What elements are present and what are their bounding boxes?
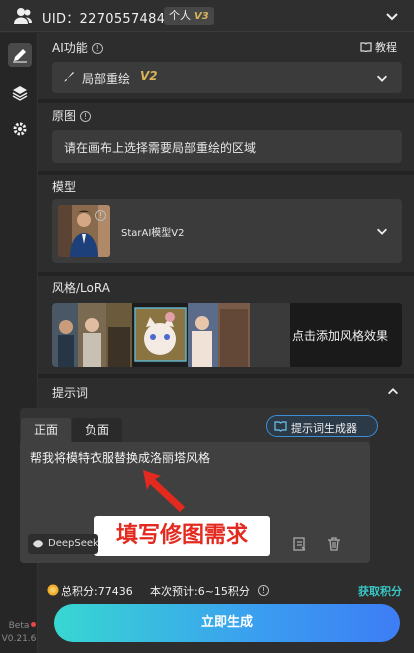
tutorial-link[interactable]: 教程 <box>360 39 397 55</box>
ai-function-selected: 局部重绘 <box>82 72 131 86</box>
style-title: 风格/LoRA <box>52 281 110 295</box>
model-section: 模型 ! StarAI模型V2 <box>38 175 414 272</box>
trash-icon[interactable] <box>326 536 342 552</box>
prompt-text: 帮我将模特衣服替换成洛丽塔风格 <box>30 451 211 465</box>
style-add-label: 点击添加风格效果 <box>292 329 389 343</box>
layers-button[interactable] <box>8 81 32 105</box>
edit-tool-button[interactable] <box>8 43 32 67</box>
ai-function-section: AI功能! 教程 局部重绘 V2 <box>38 33 414 99</box>
prompt-textarea[interactable]: 帮我将模特衣服替换成洛丽塔风格 填写修图需求 DeepSeek <box>20 442 370 563</box>
original-instruction-box: 请在画布上选择需要局部重绘的区域 <box>52 130 402 163</box>
model-title: 模型 <box>52 180 77 194</box>
ai-function-version: V2 <box>140 69 158 83</box>
style-section: 风格/LoRA 点击添加风格效果 <box>38 276 414 374</box>
tab-negative[interactable]: 负面 <box>72 418 122 442</box>
pencil-icon <box>13 49 27 63</box>
deepseek-toggle[interactable]: DeepSeek <box>28 534 99 554</box>
users-icon <box>14 8 32 24</box>
brush-icon <box>64 72 74 82</box>
book-open-icon <box>274 421 287 432</box>
chevron-up-icon[interactable] <box>386 384 400 398</box>
chevron-down-icon <box>377 75 387 82</box>
deepseek-icon <box>33 540 43 548</box>
account-tag: 个人 V3 <box>164 7 214 25</box>
info-icon: ! <box>80 111 92 122</box>
version-number: V0.21.6 <box>1 634 37 644</box>
uid-text: UID：2270557484 <box>42 12 166 27</box>
coin-icon <box>47 584 59 596</box>
tab-positive[interactable]: 正面 <box>21 418 71 442</box>
prompt-title: 提示词 <box>52 386 89 400</box>
ai-function-title: AI功能! <box>52 39 103 56</box>
book-icon <box>360 42 372 53</box>
gear-icon <box>13 122 27 136</box>
original-section: 原图! 请在画布上选择需要局部重绘的区域 <box>38 103 414 171</box>
prompt-panel: 正面 负面 提示词生成器 帮我将模特衣服替换成洛丽塔风格 填写修图需求 Deep… <box>20 408 378 563</box>
top-bar: UID：2270557484 个人 V3 <box>0 0 414 32</box>
annotation-arrow <box>143 470 185 512</box>
model-select[interactable]: ! StarAI模型V2 <box>52 199 402 263</box>
original-instruction: 请在画布上选择需要局部重绘的区域 <box>64 141 257 155</box>
info-icon: ! <box>258 585 269 596</box>
total-credits: 总积分:77436 <box>61 585 133 598</box>
generate-button[interactable]: 立即生成 <box>54 604 400 642</box>
chevron-down-icon[interactable] <box>384 8 400 24</box>
info-icon: ! <box>91 43 103 54</box>
model-name: StarAI模型V2 <box>121 228 185 239</box>
notification-dot <box>31 622 36 627</box>
style-add-button[interactable]: 点击添加风格效果 <box>52 303 402 367</box>
layers-icon <box>12 86 28 101</box>
chevron-down-icon <box>377 228 387 235</box>
model-info-icon: ! <box>95 210 106 221</box>
settings-button[interactable] <box>8 117 32 141</box>
template-icon[interactable] <box>292 536 308 552</box>
ai-function-select[interactable]: 局部重绘 V2 <box>52 62 402 93</box>
original-title: 原图! <box>52 107 92 124</box>
get-credits-link[interactable]: 获取积分 <box>358 583 402 599</box>
prompt-generator-button[interactable]: 提示词生成器 <box>266 415 378 437</box>
account-level: V3 <box>194 11 209 22</box>
annotation-label: 填写修图需求 <box>94 516 270 556</box>
estimated-credits: 本次预计:6~15积分 <box>150 585 250 598</box>
